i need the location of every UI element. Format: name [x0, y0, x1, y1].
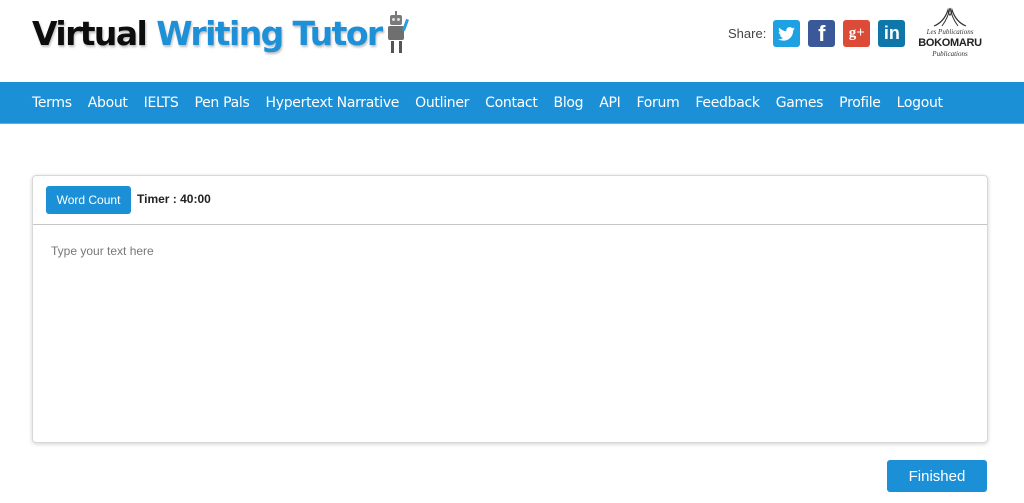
site-logo[interactable]: Virtual Writing Tutor [32, 8, 410, 58]
publisher-name: BOKOMARU [918, 37, 982, 49]
word-count-button[interactable]: Word Count [46, 186, 131, 214]
nav-item-api[interactable]: API [591, 95, 628, 111]
publisher-logo[interactable]: Les Publications BOKOMARU Publications [918, 6, 982, 64]
nav-item-forum[interactable]: Forum [629, 95, 688, 111]
logo-text-writing-tutor: Writing Tutor [156, 13, 383, 53]
nav-item-contact[interactable]: Contact [477, 95, 545, 111]
nav-item-blog[interactable]: Blog [546, 95, 592, 111]
share-label: Share: [728, 26, 767, 41]
finished-button[interactable]: Finished [887, 460, 987, 492]
nav-item-pen-pals[interactable]: Pen Pals [186, 95, 257, 111]
site-header: Virtual Writing Tutor Share: f g+ in Les… [0, 0, 1024, 82]
nav-item-about[interactable]: About [80, 95, 136, 111]
nav-item-logout[interactable]: Logout [889, 95, 951, 111]
robot-icon [384, 11, 410, 55]
google-plus-icon[interactable]: g+ [843, 20, 871, 47]
writing-panel: Word Count Timer : 40:00 [32, 175, 988, 443]
publisher-bottom-text: Publications [932, 50, 968, 58]
nav-item-profile[interactable]: Profile [831, 95, 888, 111]
linkedin-icon[interactable]: in [878, 20, 906, 47]
publisher-mark-icon [918, 6, 982, 28]
logo-text-virtual: Virtual [32, 13, 148, 53]
share-bar: Share: f g+ in [728, 20, 913, 47]
nav-item-ielts[interactable]: IELTS [136, 95, 187, 111]
publisher-top-text: Les Publications [926, 28, 974, 36]
facebook-icon[interactable]: f [808, 20, 836, 47]
nav-item-feedback[interactable]: Feedback [687, 95, 767, 111]
nav-item-games[interactable]: Games [768, 95, 831, 111]
text-input[interactable] [33, 225, 987, 442]
timer-display: Timer : 40:00 [137, 192, 211, 206]
nav-item-hypertext-narrative[interactable]: Hypertext Narrative [258, 95, 408, 111]
panel-toolbar: Word Count Timer : 40:00 [33, 176, 987, 225]
main-nav: Terms About IELTS Pen Pals Hypertext Nar… [0, 82, 1024, 124]
nav-item-terms[interactable]: Terms [24, 95, 80, 111]
twitter-icon[interactable] [773, 20, 801, 47]
nav-item-outliner[interactable]: Outliner [407, 95, 477, 111]
